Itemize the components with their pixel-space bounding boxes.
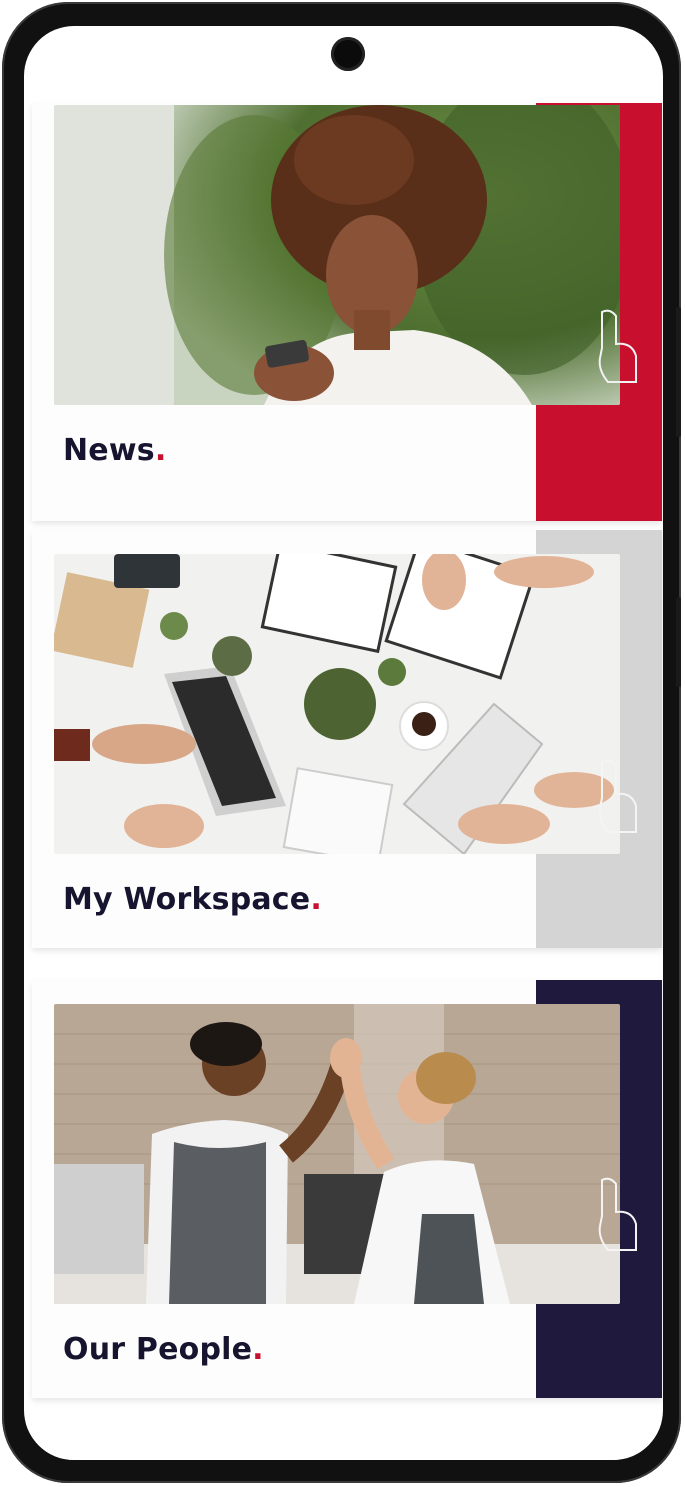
bottom-safe-area bbox=[24, 1422, 663, 1460]
workspace-photo bbox=[54, 554, 620, 854]
volume-button bbox=[676, 307, 681, 437]
people-title[interactable]: Our People. bbox=[63, 1332, 264, 1367]
phone-frame: News. My Workspace. Our People. bbox=[2, 2, 681, 1483]
people-title-text: Our People bbox=[63, 1332, 253, 1367]
news-card[interactable]: News. bbox=[32, 103, 662, 521]
power-button bbox=[676, 597, 681, 687]
camera-icon bbox=[331, 37, 365, 71]
workspace-card[interactable]: My Workspace. bbox=[32, 530, 662, 948]
app-screen: News. My Workspace. Our People. bbox=[24, 26, 663, 1460]
news-title[interactable]: News. bbox=[63, 433, 166, 468]
hand-tap-icon bbox=[598, 309, 637, 383]
people-card[interactable]: Our People. bbox=[32, 980, 662, 1398]
news-title-text: News bbox=[63, 433, 155, 468]
news-title-dot: . bbox=[154, 433, 167, 468]
workspace-title-text: My Workspace bbox=[63, 882, 311, 917]
people-title-dot: . bbox=[252, 1332, 264, 1367]
workspace-title-dot: . bbox=[310, 882, 322, 917]
people-photo bbox=[54, 1004, 620, 1304]
news-photo bbox=[54, 105, 620, 405]
hand-tap-icon bbox=[598, 1177, 637, 1251]
hand-tap-icon bbox=[598, 759, 637, 833]
workspace-title[interactable]: My Workspace. bbox=[63, 882, 322, 917]
